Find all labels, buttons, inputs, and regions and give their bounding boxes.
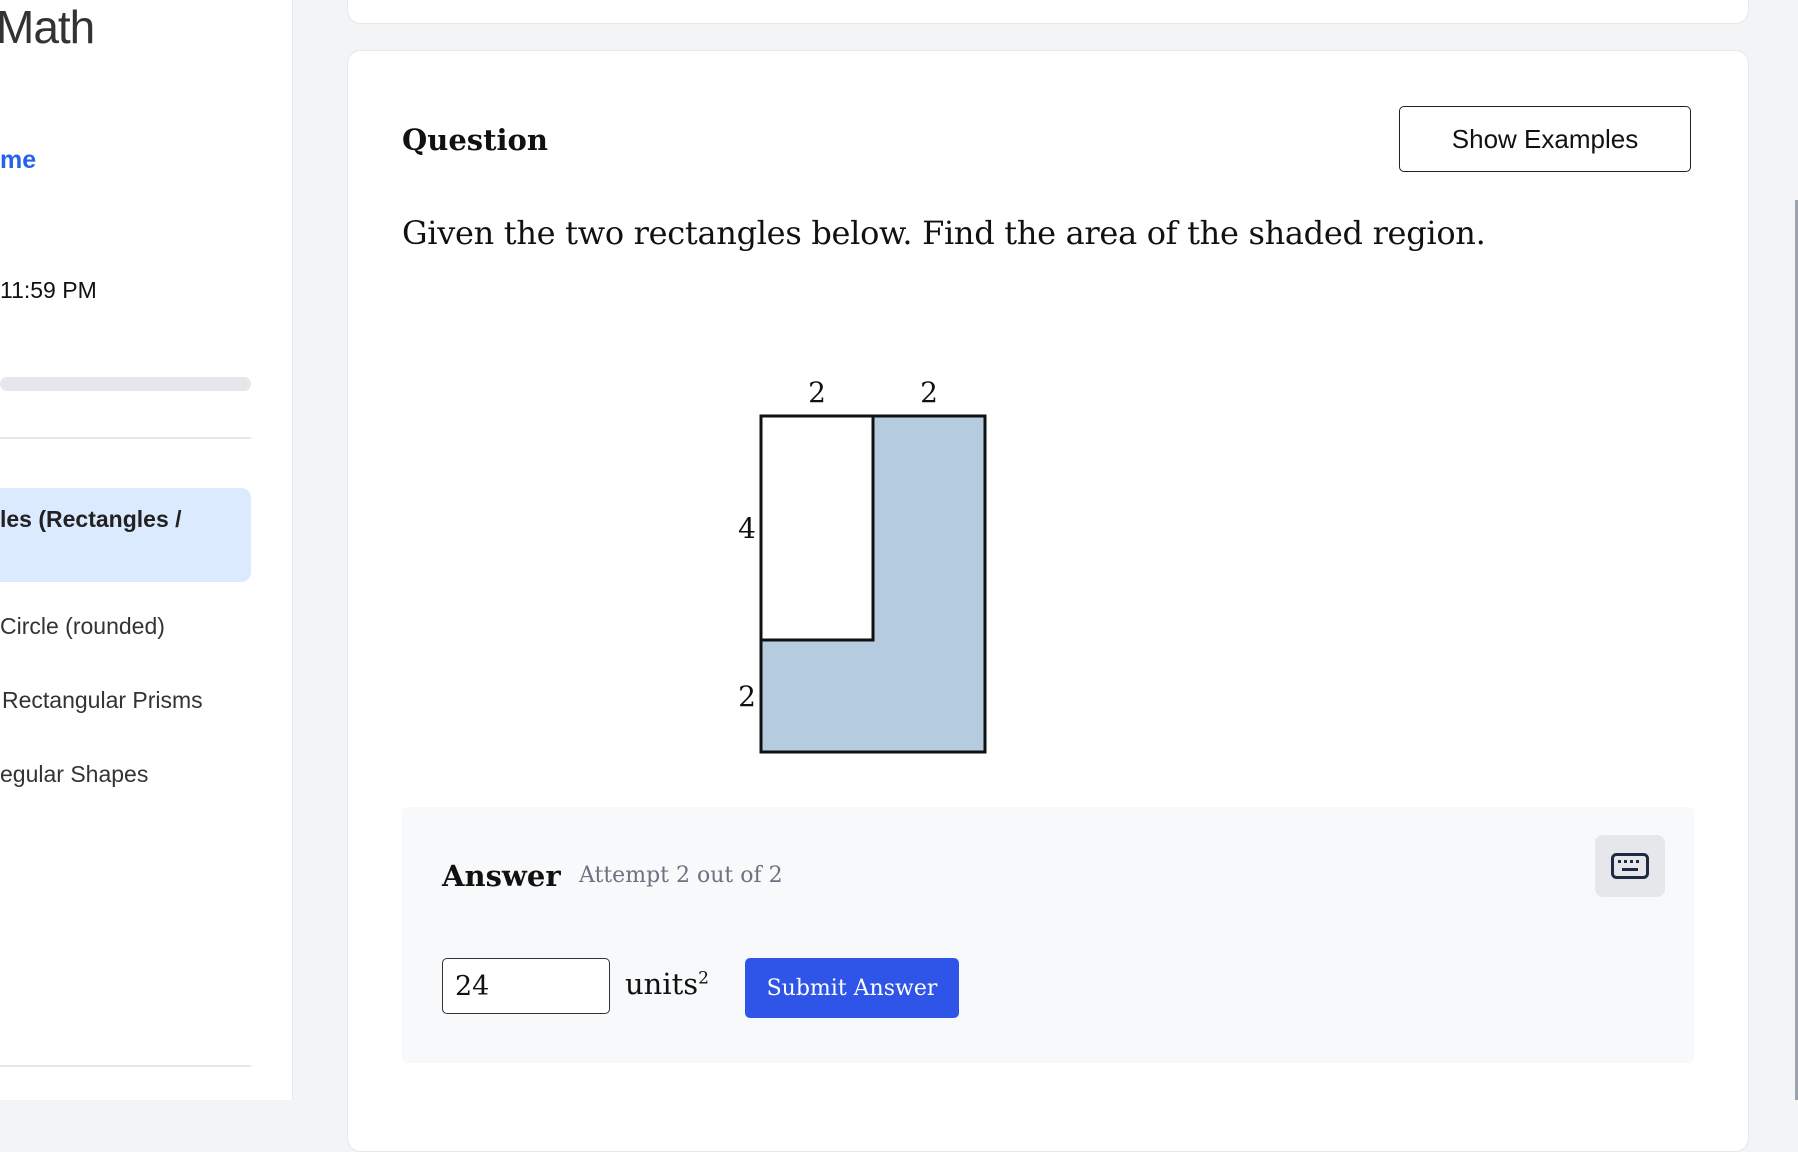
dimension-label-left: 2 (738, 680, 756, 713)
sidebar-divider (0, 437, 251, 439)
sidebar-item-label: les (Rectangles / (0, 506, 182, 532)
attempt-counter: Attempt 2 out of 2 (579, 863, 783, 888)
units-label: units2 (625, 967, 709, 1001)
brand-logo: Math (0, 1, 95, 53)
progress-bar (0, 377, 251, 391)
dimension-label-left: 4 (738, 512, 756, 545)
sidebar-item-rectangular-prisms[interactable]: Rectangular Prisms (2, 687, 203, 714)
show-examples-button[interactable]: Show Examples (1399, 106, 1691, 172)
previous-card (347, 0, 1749, 24)
sidebar-item-circle[interactable]: Circle (rounded) (0, 613, 165, 640)
home-link[interactable]: me (0, 146, 36, 175)
answer-input[interactable] (442, 958, 610, 1014)
dimension-label-top: 2 (808, 376, 826, 409)
submit-answer-button[interactable]: Submit Answer (745, 958, 959, 1018)
inner-rectangle (759, 414, 875, 642)
sidebar: Math me 11:59 PM les (Rectangles / Circl… (0, 0, 293, 1100)
question-card: Question Show Examples Given the two rec… (347, 50, 1749, 1152)
rectangles-figure: 2 2 4 2 (738, 376, 987, 754)
answer-title: Answer (442, 859, 561, 893)
due-time: 11:59 PM (0, 277, 97, 303)
answer-panel: Answer Attempt 2 out of 2 units2 Submit … (402, 807, 1694, 1063)
sidebar-item-irregular-shapes[interactable]: egular Shapes (0, 761, 148, 788)
question-title: Question (402, 123, 548, 157)
question-prompt: Given the two rectangles below. Find the… (402, 214, 1486, 252)
sidebar-item-rectangles[interactable]: les (Rectangles / (0, 488, 251, 582)
sidebar-divider (0, 1065, 251, 1067)
keyboard-toggle-button[interactable] (1595, 835, 1665, 897)
keyboard-icon (1611, 853, 1649, 879)
dimension-label-top: 2 (920, 376, 938, 409)
